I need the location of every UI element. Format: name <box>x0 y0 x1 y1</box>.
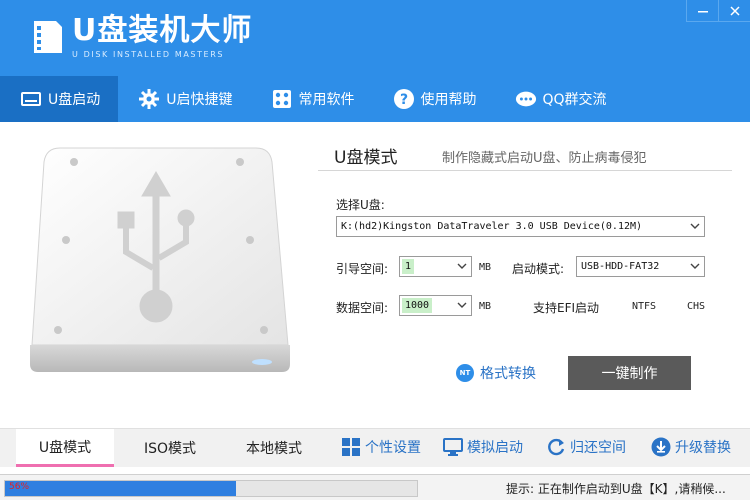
nav-item-shortcut-keys[interactable]: U启快捷键 <box>118 76 250 122</box>
svg-text:?: ? <box>399 92 407 108</box>
close-icon <box>729 5 740 16</box>
chevron-down-icon <box>457 302 467 308</box>
nav-item-qq-group[interactable]: QQ群交流 <box>495 76 625 122</box>
ntfs-option[interactable]: NTFS <box>632 301 656 312</box>
disk-select[interactable]: K:(hd2)Kingston DataTraveler 3.0 USB Dev… <box>336 216 705 237</box>
nav-item-label: 常用软件 <box>298 92 355 108</box>
boot-space-value: 1 <box>402 259 415 274</box>
progress-percent: 56% <box>9 482 30 492</box>
gear-icon <box>138 88 160 110</box>
data-space-select[interactable]: 1000 <box>399 295 472 316</box>
download-icon <box>651 437 671 457</box>
status-bar: 56% 提示: 正在制作启动到U盘【K】,请稍候... <box>0 474 750 500</box>
app-header: U盘装机大师 U DISK INSTALLED MASTERS U盘启动 U启快… <box>0 0 750 122</box>
tab-iso-mode[interactable]: ISO模式 <box>120 429 220 467</box>
data-space-value: 1000 <box>402 298 433 313</box>
nav-item-label: U盘启动 <box>48 92 101 108</box>
efi-boot-option[interactable]: 支持EFI启动 <box>533 299 599 316</box>
simulate-boot-button[interactable]: 模拟启动 <box>443 437 523 457</box>
mode-title: U盘模式 <box>334 148 398 168</box>
nav-item-common-software[interactable]: 常用软件 <box>251 76 373 122</box>
apps-icon <box>271 88 293 110</box>
nav-item-help[interactable]: ? 使用帮助 <box>373 76 495 122</box>
usb-drive-illustration <box>18 140 308 380</box>
tool-label: 升级替换 <box>675 440 731 456</box>
tab-label: 本地模式 <box>246 441 302 457</box>
chs-option[interactable]: CHS <box>687 301 705 312</box>
close-button[interactable] <box>718 0 750 22</box>
minimize-icon <box>697 10 708 12</box>
divider <box>318 170 732 171</box>
personal-settings-button[interactable]: 个性设置 <box>341 437 421 457</box>
tab-label: U盘模式 <box>38 439 92 456</box>
tab-usb-mode[interactable]: U盘模式 <box>16 429 114 467</box>
restore-space-button[interactable]: 归还空间 <box>546 437 626 457</box>
nav-item-label: U启快捷键 <box>166 92 233 108</box>
mode-description: 制作隐藏式启动U盘、防止病毒侵犯 <box>442 151 647 166</box>
nav-item-label: 使用帮助 <box>420 92 477 108</box>
boot-mode-label: 启动模式: <box>512 262 565 276</box>
format-convert-label: 格式转换 <box>480 366 536 382</box>
tab-local-mode[interactable]: 本地模式 <box>224 429 324 467</box>
disk-select-value: K:(hd2)Kingston DataTraveler 3.0 USB Dev… <box>341 221 643 232</box>
tool-label: 个性设置 <box>365 440 421 456</box>
progress-fill <box>5 481 236 496</box>
app-title: U盘装机大师 <box>72 13 253 48</box>
chevron-down-icon <box>690 223 700 229</box>
main-nav: U盘启动 U启快捷键 常用软件 ? 使用帮助 QQ群交流 <box>0 76 625 122</box>
app-subtitle: U DISK INSTALLED MASTERS <box>72 50 225 59</box>
select-disk-label: 选择U盘: <box>336 198 385 212</box>
app-logo: U盘装机大师 U DISK INSTALLED MASTERS <box>28 14 252 59</box>
monitor-icon <box>443 437 463 457</box>
boot-space-select[interactable]: 1 <box>399 256 472 277</box>
progress-bar: 56% <box>4 480 418 497</box>
chevron-down-icon <box>690 263 700 269</box>
nav-item-label: QQ群交流 <box>542 92 607 108</box>
data-space-unit: MB <box>479 301 492 312</box>
usb-drive-icon <box>20 88 42 110</box>
one-click-make-button[interactable]: 一键制作 <box>568 356 691 390</box>
boot-space-label: 引导空间: <box>336 262 389 276</box>
data-space-label: 数据空间: <box>336 301 389 315</box>
windows-grid-icon <box>341 437 361 457</box>
help-icon: ? <box>393 88 415 110</box>
boot-mode-value: USB-HDD-FAT32 <box>581 261 660 272</box>
nt-format-icon: NT <box>456 364 474 382</box>
boot-space-unit: MB <box>479 262 492 273</box>
status-message: 提示: 正在制作启动到U盘【K】,请稍候... <box>506 482 726 496</box>
tool-label: 模拟启动 <box>467 440 523 456</box>
format-convert-link[interactable]: NT 格式转换 <box>456 363 536 383</box>
refresh-icon <box>546 437 566 457</box>
bottom-toolbar: U盘模式 ISO模式 本地模式 个性设置 模拟启动 归还空间 升级替换 <box>0 428 750 474</box>
nav-item-usb-boot[interactable]: U盘启动 <box>0 76 119 122</box>
chevron-down-icon <box>457 263 467 269</box>
window-controls <box>686 0 750 22</box>
tab-label: ISO模式 <box>143 441 197 457</box>
chat-icon <box>515 88 537 110</box>
boot-mode-select[interactable]: USB-HDD-FAT32 <box>576 256 705 277</box>
minimize-button[interactable] <box>686 0 718 22</box>
upgrade-replace-button[interactable]: 升级替换 <box>651 437 731 457</box>
usb-logo-icon <box>28 17 68 57</box>
tool-label: 归还空间 <box>570 440 626 456</box>
